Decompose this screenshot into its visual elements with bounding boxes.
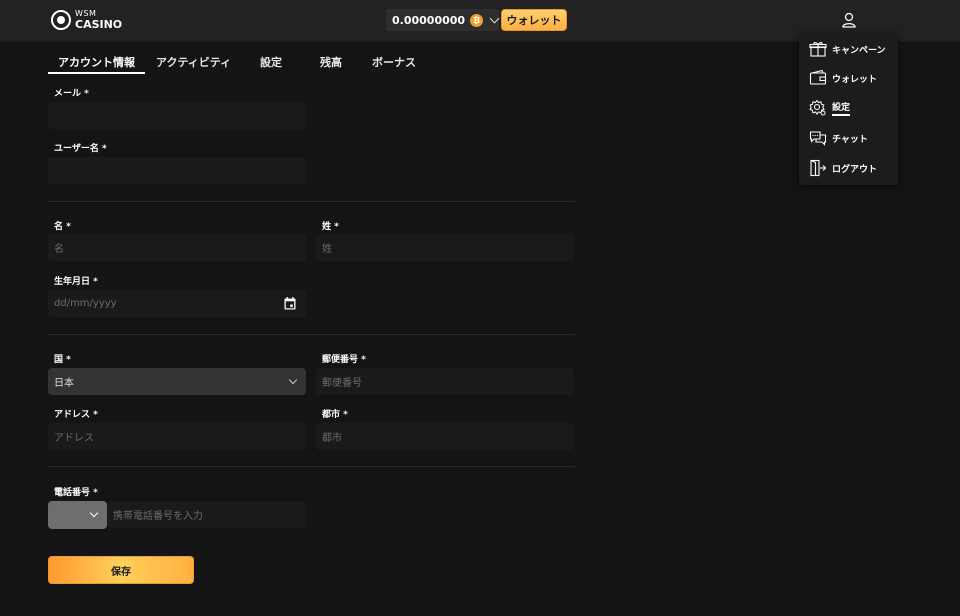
menu-label-chat: チャット	[832, 134, 868, 145]
gift-icon	[809, 42, 827, 57]
menu-label-logout: ログアウト	[832, 164, 878, 175]
gear-icon	[809, 99, 826, 116]
chevron-down-icon	[89, 508, 99, 518]
postal-code-field[interactable]: 郵便番号	[316, 368, 574, 395]
chevron-down-icon	[489, 13, 500, 23]
logout-icon	[810, 159, 827, 177]
menu-item-logout[interactable]: ログアウト	[809, 158, 877, 178]
tab-activity[interactable]: アクティビティ	[156, 48, 260, 74]
city-label: 都市 *	[322, 410, 348, 420]
username-label: ユーザー名 *	[54, 144, 107, 154]
user-icon[interactable]	[842, 12, 856, 28]
last-name-label: 姓 *	[322, 222, 339, 232]
section-divider	[48, 334, 575, 335]
email-field[interactable]	[48, 102, 306, 129]
address-field[interactable]: アドレス	[48, 423, 306, 450]
menu-item-campaign[interactable]: キャンペーン	[809, 39, 886, 59]
calendar-icon[interactable]	[284, 297, 296, 310]
balance-selector[interactable]: 0.00000000 ₿	[386, 9, 500, 31]
phone-field[interactable]: 携帯電話番号を入力	[107, 501, 306, 528]
tab-account-info[interactable]: アカウント情報	[48, 48, 145, 74]
menu-item-wallet[interactable]: ウォレット	[809, 68, 877, 88]
menu-label-campaign: キャンペーン	[832, 45, 886, 56]
postal-code-label: 郵便番号 *	[322, 355, 366, 365]
menu-item-settings[interactable]: 設定	[809, 98, 851, 118]
phone-label: 電話番号 *	[54, 488, 98, 498]
menu-label-wallet: ウォレット	[832, 74, 878, 85]
menu-item-chat[interactable]: チャット	[809, 128, 868, 148]
country-label: 国 *	[54, 355, 71, 365]
city-field[interactable]: 都市	[316, 423, 574, 450]
first-name-label: 名 *	[54, 222, 71, 232]
menu-label-settings: 設定	[832, 100, 851, 116]
save-button[interactable]: 保存	[48, 556, 194, 584]
bitcoin-icon: ₿	[470, 13, 484, 27]
country-value: 日本	[54, 378, 74, 389]
tab-settings[interactable]: 設定	[260, 48, 320, 74]
country-select[interactable]: 日本	[48, 368, 306, 395]
email-label: メール *	[54, 89, 89, 99]
last-name-field[interactable]: 姓	[316, 234, 574, 261]
wallet-button[interactable]: ウォレット	[501, 9, 567, 31]
username-field[interactable]	[48, 157, 306, 184]
chevron-down-icon	[288, 375, 298, 385]
tab-balance[interactable]: 残高	[320, 48, 372, 74]
section-divider	[48, 201, 575, 202]
birthdate-label: 生年月日 *	[54, 277, 98, 287]
chat-icon	[809, 131, 827, 146]
birthdate-field[interactable]: dd/mm/yyyy	[48, 290, 306, 317]
logo-bottom-text: CASINO	[75, 18, 123, 31]
user-dropdown-menu: キャンペーン ウォレット 設定 チャット ログアウト	[799, 33, 898, 185]
address-label: アドレス *	[54, 410, 98, 420]
first-name-field[interactable]: 名	[48, 234, 306, 261]
logo-mark-icon	[51, 10, 71, 30]
balance-value: 0.00000000	[392, 13, 466, 27]
casino-logo[interactable]: WSM CASINO	[51, 10, 122, 30]
phone-country-code-select[interactable]	[48, 501, 107, 529]
tab-bonus[interactable]: ボーナス	[372, 48, 416, 74]
logo-top-text: WSM	[75, 9, 97, 18]
account-tabs: アカウント情報 アクティビティ 設定 残高 ボーナス	[48, 48, 416, 74]
section-divider	[48, 466, 575, 467]
wallet-icon	[809, 69, 827, 85]
